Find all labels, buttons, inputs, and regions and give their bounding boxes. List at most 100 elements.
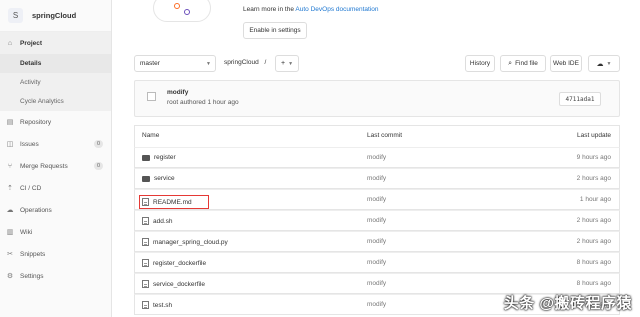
file-name-cell[interactable]: test.sh (142, 301, 172, 309)
branch-select[interactable]: master ▼ (134, 55, 216, 72)
file-name-link[interactable]: service (154, 175, 175, 182)
column-header-last-commit: Last commit (367, 132, 403, 139)
illustration-orange-dot (174, 3, 180, 9)
folder-icon (142, 176, 150, 182)
file-name-cell[interactable]: register_dockerfile (142, 259, 206, 267)
sidebar-item-activity[interactable]: Activity (0, 73, 111, 92)
banner-text: Learn more in the (243, 6, 294, 13)
table-row[interactable]: register_dockerfile modify 8 hours ago (134, 252, 620, 273)
file-name-cell[interactable]: register (142, 154, 176, 161)
issues-count-badge: 0 (93, 140, 103, 148)
last-update-time: 2 hours ago (576, 175, 611, 182)
sidebar-item-ci-cd[interactable]: ⇡ CI / CD (0, 177, 111, 199)
sidebar-item-label: Issues (20, 140, 39, 148)
column-header-name: Name (142, 132, 160, 139)
sidebar-item-details[interactable]: Details (0, 54, 111, 73)
cloud-download-icon: ☁ (596, 60, 604, 68)
last-update-time: 9 hours ago (576, 154, 611, 161)
file-name-link[interactable]: register (154, 154, 176, 161)
branch-value: master (140, 60, 160, 67)
gear-icon: ⚙ (6, 273, 14, 280)
sidebar-item-cycle-analytics[interactable]: Cycle Analytics (0, 92, 111, 111)
project-subnav: Details Activity Cycle Analytics (0, 54, 111, 111)
sidebar-item-repository[interactable]: ▤ Repository (0, 111, 111, 133)
last-commit-link[interactable]: modify (367, 217, 386, 224)
project-name: springCloud (32, 11, 77, 20)
column-header-last-update: Last update (577, 132, 611, 139)
file-icon (142, 217, 149, 225)
last-commit-link[interactable]: modify (367, 280, 386, 287)
file-icon (142, 238, 149, 246)
project-header[interactable]: S springCloud (0, 0, 111, 32)
table-row[interactable]: manager_spring_cloud.py modify 2 hours ago (134, 231, 620, 252)
history-button[interactable]: History (465, 55, 495, 72)
commit-author-line: root authored 1 hour ago (167, 99, 239, 106)
file-name-cell[interactable]: service_dockerfile (142, 280, 205, 288)
last-update-time: 1 hour ago (579, 196, 611, 203)
commit-title-link[interactable]: modify (167, 89, 188, 96)
file-name-cell[interactable]: add.sh (142, 217, 173, 225)
last-commit-link[interactable]: modify (367, 154, 386, 161)
add-file-dropdown-button[interactable]: + ▼ (275, 55, 299, 72)
last-commit-link[interactable]: modify (367, 259, 386, 266)
last-commit-link[interactable]: modify (367, 238, 386, 245)
author-avatar (147, 92, 156, 101)
table-row[interactable]: register modify 9 hours ago (134, 147, 620, 168)
table-row[interactable]: README.md modify 1 hour ago (134, 189, 620, 210)
last-update-time: 2 hours ago (576, 217, 611, 224)
file-name-cell[interactable]: README.md (139, 195, 209, 209)
auto-devops-doc-link[interactable]: Auto DevOps documentation (295, 6, 378, 13)
enable-in-settings-button[interactable]: Enable in settings (243, 22, 307, 39)
file-icon (142, 259, 149, 267)
web-ide-button[interactable]: Web IDE (550, 55, 582, 72)
sidebar-item-snippets[interactable]: ✂ Snippets (0, 243, 111, 265)
last-commit-link[interactable]: modify (367, 175, 386, 182)
find-file-button[interactable]: ⌕ Find file (500, 55, 546, 72)
sidebar: S springCloud ⌂ Project Details Activity… (0, 0, 112, 317)
file-name-link[interactable]: register_dockerfile (153, 260, 206, 267)
file-name-cell[interactable]: manager_spring_cloud.py (142, 238, 228, 246)
breadcrumb-project-link[interactable]: springCloud (224, 59, 259, 66)
file-name-link[interactable]: add.sh (153, 218, 173, 225)
table-row[interactable]: service_dockerfile modify 8 hours ago (134, 273, 620, 294)
clone-dropdown-button[interactable]: ☁ ▼ (588, 55, 620, 72)
sidebar-item-project[interactable]: ⌂ Project (0, 32, 111, 54)
last-commit-link[interactable]: modify (367, 196, 386, 203)
sidebar-item-settings[interactable]: ⚙ Settings (0, 265, 111, 287)
plus-icon: + (280, 60, 286, 67)
commit-sha-button[interactable]: 4711ada1 (559, 92, 601, 106)
last-update-time: 8 hours ago (576, 280, 611, 287)
merge-request-icon: ⑂ (7, 162, 13, 170)
table-row[interactable]: add.sh modify 2 hours ago (134, 210, 620, 231)
last-update-time: 2 hours ago (576, 238, 611, 245)
rocket-icon: ⇡ (7, 185, 13, 192)
auto-devops-text: Learn more in the Auto DevOps documentat… (243, 6, 379, 13)
last-commit-link[interactable]: modify (367, 301, 386, 308)
repo-toolbar: master ▼ springCloud / + ▼ History ⌕ Fin… (112, 55, 640, 72)
sidebar-item-merge-requests[interactable]: ⑂ Merge Requests 0 (0, 155, 111, 177)
sidebar-item-issues[interactable]: ◫ Issues 0 (0, 133, 111, 155)
folder-icon (142, 155, 150, 161)
file-name-link[interactable]: service_dockerfile (153, 281, 205, 288)
book-icon: ▥ (6, 229, 14, 236)
watermark: 头条 @搬砖程序猿 (503, 295, 632, 312)
file-name-link[interactable]: test.sh (153, 302, 172, 309)
sidebar-item-label: Project (20, 39, 43, 47)
scissors-icon: ✂ (7, 251, 13, 258)
sidebar-item-wiki[interactable]: ▥ Wiki (0, 221, 111, 243)
file-name-link[interactable]: README.md (153, 199, 192, 206)
chevron-down-icon: ▼ (206, 60, 211, 67)
sidebar-item-label: Wiki (20, 228, 33, 236)
file-name-link[interactable]: manager_spring_cloud.py (153, 239, 228, 246)
project-avatar: S (8, 8, 23, 23)
chevron-down-icon: ▼ (606, 60, 612, 67)
sidebar-item-operations[interactable]: ☁ Operations (0, 199, 111, 221)
table-header: Name Last commit Last update (134, 125, 620, 147)
search-icon: ⌕ (508, 59, 513, 67)
sidebar-item-label: Settings (20, 272, 44, 280)
table-row[interactable]: service modify 2 hours ago (134, 168, 620, 189)
sidebar-item-label: Snippets (20, 250, 46, 258)
sidebar-item-label: Repository (20, 118, 52, 126)
file-name-cell[interactable]: service (142, 175, 175, 182)
find-file-label: Find file (515, 60, 538, 67)
